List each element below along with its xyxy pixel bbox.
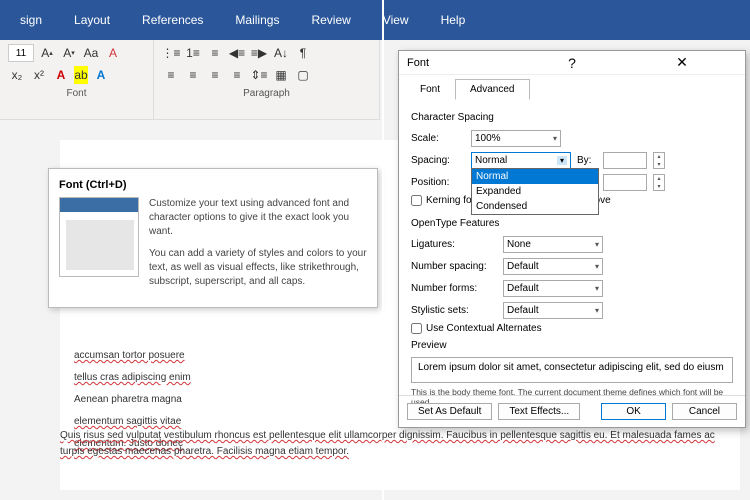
multilevel-icon[interactable]: ≡ xyxy=(206,44,224,62)
font-group-label: Font xyxy=(8,88,145,115)
change-case-icon[interactable]: Aa xyxy=(82,44,100,62)
align-left-icon[interactable]: ≡ xyxy=(162,66,180,84)
set-default-button[interactable]: Set As Default xyxy=(407,403,492,420)
ok-button[interactable]: OK xyxy=(601,403,665,420)
scale-label: Scale: xyxy=(411,133,465,144)
paragraph-group-label: Paragraph xyxy=(162,88,371,115)
position-by-spinner[interactable]: ▴▾ xyxy=(653,174,665,191)
position-label: Position: xyxy=(411,177,465,188)
sup-icon[interactable]: x² xyxy=(30,66,48,84)
align-right-icon[interactable]: ≡ xyxy=(206,66,224,84)
position-by-input[interactable] xyxy=(603,174,647,191)
kerning-checkbox[interactable] xyxy=(411,195,422,206)
preview-box: Lorem ipsum dolor sit amet, consectetur … xyxy=(411,357,733,383)
ligatures-label: Ligatures: xyxy=(411,239,497,250)
font-dialog: Font ? ✕ Font Advanced Character Spacing… xyxy=(398,50,746,428)
tab-font[interactable]: Font xyxy=(405,79,455,100)
line-spacing-icon[interactable]: ⇕≡ xyxy=(250,66,268,84)
by-label-1: By: xyxy=(577,155,597,166)
increase-font-icon[interactable]: A▴ xyxy=(38,44,56,62)
borders-icon[interactable]: ▢ xyxy=(294,66,312,84)
decrease-indent-icon[interactable]: ◀≡ xyxy=(228,44,246,62)
font-tooltip: Font (Ctrl+D) Customize your text using … xyxy=(48,168,378,308)
contextual-checkbox[interactable] xyxy=(411,323,422,334)
sort-icon[interactable]: A↓ xyxy=(272,44,290,62)
spacing-option-expanded[interactable]: Expanded xyxy=(472,184,598,199)
document-below[interactable]: Quis risus sed vulputat vestibulum rhonc… xyxy=(60,428,740,460)
spacing-by-input[interactable] xyxy=(603,152,647,169)
cancel-button[interactable]: Cancel xyxy=(672,403,737,420)
stylistic-select[interactable]: Default xyxy=(503,302,603,319)
menu-view[interactable]: View xyxy=(367,3,425,37)
menu-design[interactable]: sign xyxy=(4,3,58,37)
spacing-label: Spacing: xyxy=(411,155,465,166)
tooltip-title: Font (Ctrl+D) xyxy=(59,179,367,191)
dialog-title: Font xyxy=(407,57,517,69)
spacing-select[interactable]: Normal▾ xyxy=(471,152,571,169)
ligatures-select[interactable]: None xyxy=(503,236,603,253)
font-color-icon[interactable]: A xyxy=(52,66,70,84)
show-marks-icon[interactable]: ¶ xyxy=(294,44,312,62)
menu-mailings[interactable]: Mailings xyxy=(219,3,295,37)
spacing-by-spinner[interactable]: ▴▾ xyxy=(653,152,665,169)
char-spacing-section: Character Spacing xyxy=(411,112,733,123)
spacing-dropdown-list: Normal Expanded Condensed xyxy=(471,168,599,215)
menu-references[interactable]: References xyxy=(126,3,219,37)
align-center-icon[interactable]: ≡ xyxy=(184,66,202,84)
stylistic-label: Stylistic sets: xyxy=(411,305,497,316)
scale-select[interactable]: 100% xyxy=(471,130,561,147)
opentype-section: OpenType Features xyxy=(411,218,733,229)
justify-icon[interactable]: ≡ xyxy=(228,66,246,84)
numforms-label: Number forms: xyxy=(411,283,497,294)
sub-icon[interactable]: x₂ xyxy=(8,66,26,84)
numforms-select[interactable]: Default xyxy=(503,280,603,297)
spacing-option-normal[interactable]: Normal xyxy=(472,169,598,184)
highlight-icon[interactable]: ab xyxy=(74,66,88,84)
shading-icon[interactable]: ▦ xyxy=(272,66,290,84)
increase-indent-icon[interactable]: ≡▶ xyxy=(250,44,268,62)
numspacing-select[interactable]: Default xyxy=(503,258,603,275)
tooltip-text: Customize your text using advanced font … xyxy=(149,197,367,297)
menu-layout[interactable]: Layout xyxy=(58,3,126,37)
tooltip-thumbnail xyxy=(59,197,139,277)
menu-help[interactable]: Help xyxy=(425,3,482,37)
text-effects-icon[interactable]: A xyxy=(92,66,110,84)
numbering-icon[interactable]: 1≡ xyxy=(184,44,202,62)
ribbon-toolbar: A▴ A▾ Aa A x₂ x² A ab A Font ⋮≡ 1≡ ≡ ◀≡ … xyxy=(0,40,380,120)
ribbon-menu: sign Layout References Mailings Review V… xyxy=(0,0,750,40)
tab-advanced[interactable]: Advanced xyxy=(455,79,529,100)
menu-review[interactable]: Review xyxy=(295,3,366,37)
font-size-input[interactable] xyxy=(8,44,34,62)
preview-section: Preview xyxy=(411,340,733,351)
contextual-label: Use Contextual Alternates xyxy=(426,323,542,334)
help-icon[interactable]: ? xyxy=(517,55,627,71)
bullets-icon[interactable]: ⋮≡ xyxy=(162,44,180,62)
text-effects-button[interactable]: Text Effects... xyxy=(498,403,580,420)
decrease-font-icon[interactable]: A▾ xyxy=(60,44,78,62)
clear-format-icon[interactable]: A xyxy=(104,44,122,62)
spacing-option-condensed[interactable]: Condensed xyxy=(472,199,598,214)
close-icon[interactable]: ✕ xyxy=(627,54,737,71)
numspacing-label: Number spacing: xyxy=(411,261,497,272)
